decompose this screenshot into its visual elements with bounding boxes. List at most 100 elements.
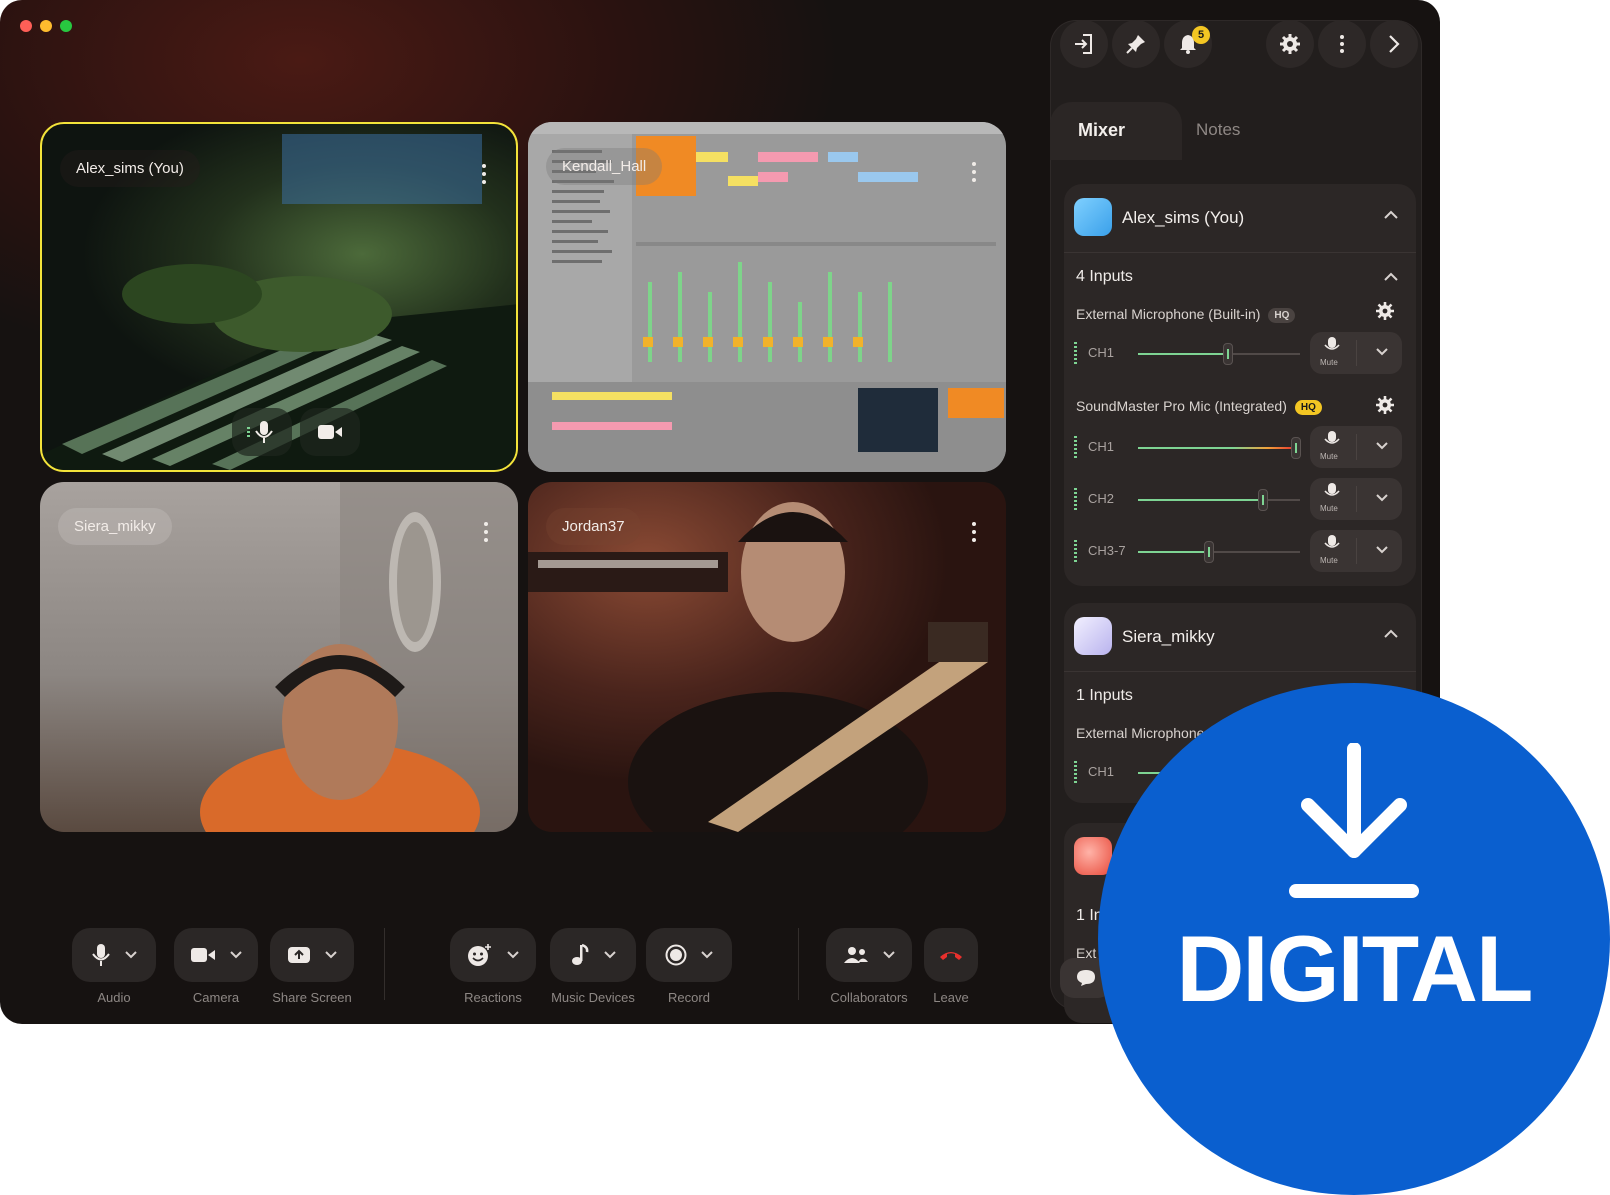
collaborators-button[interactable] [826,928,912,982]
mute-control[interactable]: Mute [1310,426,1402,468]
level-meter [1074,436,1077,460]
more-button[interactable] [1318,20,1366,68]
record-icon [665,944,687,966]
share-screen-icon [288,947,310,963]
record-label: Record [668,990,710,1005]
hq-badge: HQ [1268,307,1296,323]
channel-label: CH2 [1088,491,1115,506]
video-tile-kendall[interactable]: Kendall_Hall [528,122,1006,472]
slider-handle[interactable] [1291,437,1301,459]
tab-notes[interactable]: Notes [1196,120,1240,140]
chevron-down-icon[interactable] [1376,347,1388,357]
music-note-icon [572,943,589,965]
camera-button[interactable] [174,928,258,982]
video-tile-alex[interactable]: Alex_sims (You) [40,122,518,472]
window-maximize-button[interactable] [60,20,72,32]
mute-label: Mute [1320,504,1338,513]
music-devices-button[interactable] [550,928,636,982]
reactions-label: Reactions [464,990,522,1005]
participant-name: Alex_sims (You) [60,150,200,187]
mute-label: Mute [1320,452,1338,461]
gear-icon[interactable] [1376,302,1394,320]
chevron-down-icon [325,951,337,959]
chevron-up-icon[interactable] [1384,629,1398,639]
level-meter [1074,488,1077,512]
record-button[interactable] [646,928,732,982]
user-mixer-card: Alex_sims (You) 4 Inputs External Microp… [1064,184,1416,586]
chevron-up-icon[interactable] [1384,210,1398,220]
chat-bubble-icon [1077,970,1095,986]
share-screen-button[interactable] [270,928,354,982]
smiley-icon [468,944,491,966]
channel-volume-slider[interactable] [1138,489,1300,511]
tile-more-icon[interactable] [482,164,486,188]
pin-button[interactable] [1112,20,1160,68]
toolbar-divider [384,928,385,1000]
inputs-title: 4 Inputs [1076,268,1133,285]
level-meter [1074,761,1077,785]
slider-handle[interactable] [1223,343,1233,365]
mic-icon [1324,483,1340,496]
channel-row: CH1 Mute [1064,332,1416,376]
download-icon [1289,743,1419,898]
tile-more-icon[interactable] [484,522,488,546]
device-name: SoundMaster Pro Mic (Integrated) [1076,398,1287,414]
channel-volume-slider[interactable] [1138,541,1300,563]
slider-handle[interactable] [1258,489,1268,511]
slider-handle[interactable] [1204,541,1214,563]
leave-button[interactable] [924,928,978,982]
collapse-panel-button[interactable] [1370,20,1418,68]
device-name: External Microphone (Built-in) [1076,306,1261,322]
channel-label: CH1 [1088,439,1115,454]
avatar [1074,198,1112,236]
channel-row: CH2 Mute [1064,478,1416,522]
gear-icon[interactable] [1376,396,1394,414]
participant-name: Kendall_Hall [546,148,663,185]
chevron-down-icon [604,951,616,959]
more-vertical-icon [1340,35,1344,53]
chevron-down-icon [507,951,519,959]
avatar [1074,617,1112,655]
level-meter [1074,540,1077,564]
tab-mixer-label: Mixer [1078,120,1126,140]
mute-control[interactable]: Mute [1310,478,1402,520]
chevron-down-icon [883,951,895,959]
participant-name: Jordan37 [546,508,641,545]
exit-button[interactable] [1060,20,1108,68]
chevron-right-icon [1389,35,1400,53]
channel-volume-slider[interactable] [1138,437,1301,459]
tile-more-icon[interactable] [972,162,976,186]
chevron-down-icon[interactable] [1376,545,1388,555]
window-close-button[interactable] [20,20,32,32]
reactions-button[interactable] [450,928,536,982]
gear-icon [1280,34,1300,54]
tile-mic-button[interactable] [232,408,292,456]
chevron-down-icon[interactable] [1376,441,1388,451]
channel-label: CH3-7 [1088,543,1126,558]
chevron-down-icon[interactable] [1376,493,1388,503]
user-name: Siera_mikky [1122,627,1215,646]
tile-camera-button[interactable] [300,408,360,456]
participant-name: Siera_mikky [58,508,172,545]
sign-in-icon [1075,34,1092,54]
mute-control[interactable]: Mute [1310,332,1402,374]
tile-more-icon[interactable] [972,522,976,546]
mute-label: Mute [1320,358,1338,367]
channel-volume-slider[interactable] [1138,343,1300,365]
audio-label: Audio [97,990,131,1005]
music-devices-label: Music Devices [551,990,635,1005]
mute-control[interactable]: Mute [1310,530,1402,572]
video-tile-jordan[interactable]: Jordan37 [528,482,1006,832]
notifications-button[interactable]: 5 [1164,20,1212,68]
toolbar-divider [798,928,799,1000]
settings-button[interactable] [1266,20,1314,68]
audio-button[interactable] [72,928,156,982]
window-minimize-button[interactable] [40,20,52,32]
card-header[interactable]: Alex_sims (You) [1064,184,1416,253]
card-header[interactable]: Siera_mikky [1064,603,1416,672]
mic-icon [1324,337,1340,350]
mic-icon [247,421,273,443]
chevron-up-icon[interactable] [1384,272,1398,282]
channel-label: CH1 [1088,345,1115,360]
video-tile-siera[interactable]: Siera_mikky [40,482,518,832]
